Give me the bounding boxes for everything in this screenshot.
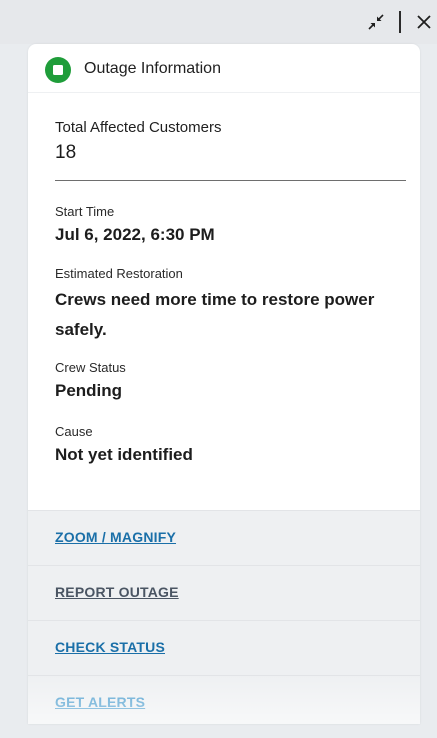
check-status-link[interactable]: CHECK STATUS xyxy=(55,639,165,655)
estimated-restoration-value: Crews need more time to restore power sa… xyxy=(55,290,375,339)
action-row-report: REPORT OUTAGE xyxy=(28,565,420,620)
section-divider xyxy=(55,180,406,181)
outage-status-square-icon xyxy=(45,57,71,83)
start-time-value: Jul 6, 2022, 6:30 PM xyxy=(55,225,215,244)
cause-label: Cause xyxy=(55,424,93,439)
action-row-alerts: GET ALERTS xyxy=(28,675,420,724)
close-icon[interactable] xyxy=(412,10,436,34)
collapse-arrows-icon[interactable] xyxy=(364,10,388,34)
panel-header: Outage Information xyxy=(28,44,420,93)
zoom-magnify-link[interactable]: ZOOM / MAGNIFY xyxy=(55,529,176,545)
action-links: ZOOM / MAGNIFY REPORT OUTAGE CHECK STATU… xyxy=(28,510,420,724)
window-toolbar xyxy=(0,0,437,44)
crew-status-value: Pending xyxy=(55,381,123,400)
total-affected-label: Total Affected Customers xyxy=(55,119,222,136)
toolbar-divider xyxy=(399,11,401,33)
start-time-label: Start Time xyxy=(55,204,115,219)
action-row-zoom: ZOOM / MAGNIFY xyxy=(28,510,420,565)
panel-title: Outage Information xyxy=(84,60,221,77)
total-affected-value: 18 xyxy=(55,142,77,163)
cause-value: Not yet identified xyxy=(55,445,193,464)
outage-info-panel: Outage Information Total Affected Custom… xyxy=(28,44,420,724)
crew-status-label: Crew Status xyxy=(55,360,126,375)
estimated-restoration-label: Estimated Restoration xyxy=(55,266,183,281)
get-alerts-link[interactable]: GET ALERTS xyxy=(55,694,145,710)
action-row-check: CHECK STATUS xyxy=(28,620,420,675)
report-outage-link[interactable]: REPORT OUTAGE xyxy=(55,584,179,600)
